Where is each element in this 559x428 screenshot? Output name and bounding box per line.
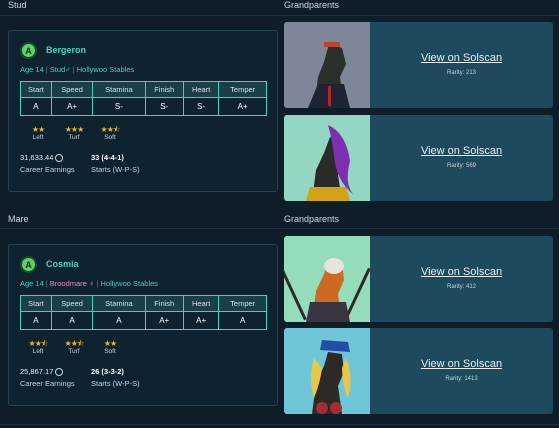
stat-header: Temper — [218, 295, 267, 312]
stat-header: Heart — [182, 295, 220, 312]
surface-label: Left — [32, 134, 44, 141]
stat-value: A+ — [218, 97, 267, 116]
surface-left: ★★⯪ Left — [20, 339, 56, 355]
horse-portrait-icon — [284, 328, 370, 414]
starts-label: Starts (W-P-S) — [91, 379, 140, 388]
earnings-value: 31,633.44 — [20, 153, 54, 162]
horse-name[interactable]: Bergeron — [46, 45, 86, 55]
stable-link[interactable]: Hollywoo Stables — [101, 279, 159, 288]
stat-value: A+ — [144, 311, 184, 330]
stat-header: Speed — [50, 81, 94, 98]
coin-icon — [55, 368, 64, 377]
stat-value: A+ — [182, 311, 220, 330]
stud-card: A Bergeron Age 14 | Stud♂ | Hollywoo Stables… — [8, 30, 278, 192]
horse-portrait-icon — [284, 22, 370, 108]
stat-header: Finish — [144, 81, 184, 98]
male-icon: ♂ — [65, 65, 71, 74]
divider — [0, 15, 559, 16]
star-rating-icon: ★★⯪ — [64, 339, 85, 348]
rarity-text: Rarity: 1413 — [445, 376, 478, 382]
career-earnings: 31,633.44 Career Earnings — [20, 153, 75, 174]
star-rating-icon: ★★ — [31, 125, 45, 134]
divider — [0, 228, 559, 229]
stat-value: A — [50, 311, 94, 330]
horse-portrait-icon — [284, 115, 370, 201]
rarity-text: Rarity: 412 — [446, 284, 476, 290]
stud-section-label: Stud — [8, 0, 27, 10]
rarity-text: Rarity: 213 — [446, 70, 476, 76]
horse-meta: Age 14 | Stud♂ | Hollywoo Stables — [20, 65, 135, 74]
surface-label: Left — [32, 348, 44, 355]
stat-header: Heart — [182, 81, 220, 98]
stable-link[interactable]: Hollywoo Stables — [77, 65, 135, 74]
stat-header: Temper — [218, 81, 267, 98]
surface-label: Soft — [104, 348, 116, 355]
mare-section-label: Mare — [8, 214, 29, 224]
surface-label: Turf — [68, 134, 80, 141]
starts-record: 33 (4-4-1) Starts (W-P-S) — [91, 153, 140, 174]
coin-icon — [55, 154, 64, 163]
surface-soft: ★★⯪ Soft — [92, 125, 128, 141]
grandparents-section-label: Grandparents — [284, 0, 340, 10]
stat-header: Start — [20, 81, 52, 98]
horse-meta: Age 14 | Broodmare ♀ | Hollywoo Stables — [20, 279, 159, 288]
horse-portrait-icon — [284, 236, 370, 322]
stat-value: S- — [144, 97, 184, 116]
horse-name[interactable]: Cosmia — [46, 259, 79, 269]
starts-record: 26 (3-3-2) Starts (W-P-S) — [91, 367, 140, 388]
surface-turf: ★★★ Turf — [56, 125, 92, 141]
view-on-solscan-link[interactable]: View on Solscan — [370, 52, 553, 64]
stat-header: Speed — [50, 295, 94, 312]
earnings-label: Career Earnings — [20, 165, 75, 175]
starts-label: Starts (W-P-S) — [91, 165, 140, 174]
grandparent-card: View on Solscan Rarity: 213 — [284, 22, 553, 108]
grade-badge-icon: A — [20, 256, 37, 273]
view-on-solscan-link[interactable]: View on Solscan — [370, 266, 553, 278]
starts-value: 33 (4-4-1) — [91, 153, 124, 162]
view-on-solscan-link[interactable]: View on Solscan — [370, 145, 553, 157]
type-text: Stud — [49, 65, 66, 74]
stat-value: S- — [182, 97, 220, 116]
stat-header: Finish — [144, 295, 184, 312]
stat-value: A — [20, 311, 52, 330]
grandparent-card: View on Solscan Rarity: 1413 — [284, 328, 553, 414]
surface-turf: ★★⯪ Turf — [56, 339, 92, 355]
female-icon: ♀ — [88, 279, 95, 288]
star-rating-icon: ★★★ — [64, 125, 85, 134]
stat-value: A — [92, 311, 146, 330]
surface-ratings: ★★ Left ★★★ Turf ★★⯪ Soft — [20, 125, 128, 141]
earnings-label: Career Earnings — [20, 379, 75, 389]
grade-badge-icon: A — [20, 42, 37, 59]
surface-soft: ★★ Soft — [92, 339, 128, 355]
stat-header: Stamina — [92, 81, 146, 98]
starts-value: 26 (3-3-2) — [91, 367, 124, 376]
stats-table: Start Speed Stamina Finish Heart Temper … — [20, 295, 267, 330]
stat-value: S- — [92, 97, 146, 116]
grandparent-card: View on Solscan Rarity: 569 — [284, 115, 553, 201]
age-text: Age 14 — [20, 65, 44, 74]
star-rating-icon: ★★ — [103, 339, 117, 348]
surface-ratings: ★★⯪ Left ★★⯪ Turf ★★ Soft — [20, 339, 128, 355]
stat-value: A+ — [50, 97, 94, 116]
stat-header: Stamina — [92, 295, 146, 312]
star-rating-icon: ★★⯪ — [28, 339, 49, 348]
type-text: Broodmare — [49, 279, 87, 288]
rarity-text: Rarity: 569 — [446, 163, 476, 169]
grandparent-card: View on Solscan Rarity: 412 — [284, 236, 553, 322]
stat-value: A — [20, 97, 52, 116]
stat-value: A — [218, 311, 267, 330]
divider — [0, 424, 559, 425]
earnings-value: 25,867.17 — [20, 367, 54, 376]
grandparents-section-label: Grandparents — [284, 214, 340, 224]
career-earnings: 25,867.17 Career Earnings — [20, 367, 75, 388]
stats-table: Start Speed Stamina Finish Heart Temper … — [20, 81, 267, 116]
star-rating-icon: ★★⯪ — [100, 125, 121, 134]
view-on-solscan-link[interactable]: View on Solscan — [370, 358, 553, 370]
surface-left: ★★ Left — [20, 125, 56, 141]
surface-label: Turf — [68, 348, 80, 355]
mare-card: A Cosmia Age 14 | Broodmare ♀ | Hollywoo Sta… — [8, 244, 278, 406]
surface-label: Soft — [104, 134, 116, 141]
age-text: Age 14 — [20, 279, 44, 288]
stat-header: Start — [20, 295, 52, 312]
